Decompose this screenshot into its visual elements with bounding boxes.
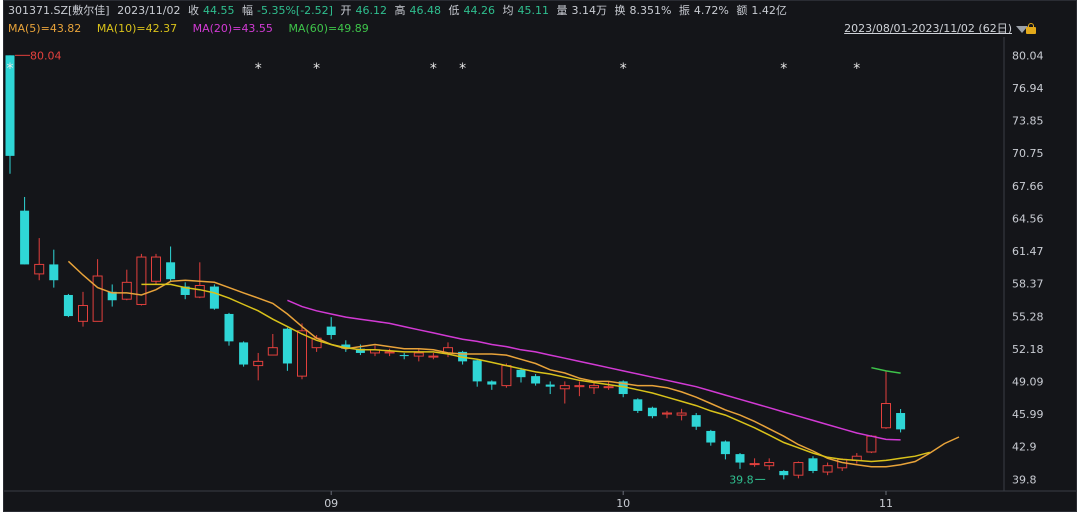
y-tick-label: 70.75 (1012, 147, 1044, 160)
candle-body (691, 415, 701, 427)
candle-body (559, 385, 570, 390)
candle-body (764, 462, 775, 467)
candle-body (706, 430, 716, 443)
candle-body (531, 376, 541, 384)
candle-body (720, 441, 730, 455)
candle-body (793, 462, 804, 476)
candle-body (808, 458, 818, 471)
candle-body (735, 454, 745, 463)
candle-body (487, 381, 497, 385)
candle-body (662, 412, 672, 415)
y-tick-label: 58.37 (1012, 278, 1044, 291)
high-annotation: 80.04 (30, 49, 62, 62)
y-tick-label: 67.66 (1012, 180, 1044, 193)
event-marker: * (459, 61, 466, 77)
low-annotation: 39.8 (729, 473, 754, 486)
candle-body (574, 385, 585, 388)
event-marker: * (313, 61, 320, 77)
candle-body (34, 263, 45, 275)
candle-body (779, 470, 789, 476)
candle-body (92, 275, 103, 322)
ma-line (141, 283, 930, 463)
y-tick-label: 55.28 (1012, 310, 1044, 323)
candle-body (166, 262, 176, 280)
candle-body (633, 399, 643, 411)
candle-body (151, 256, 161, 282)
candle-body (603, 386, 614, 389)
candle-body (472, 360, 482, 382)
x-tick-label: 10 (616, 497, 630, 510)
candle-body (20, 210, 30, 265)
candle-body (866, 435, 877, 453)
candle-body (297, 330, 307, 377)
candle-body (399, 355, 409, 357)
y-tick-label: 52.18 (1012, 343, 1044, 356)
candle-body (384, 351, 395, 354)
candle-body (647, 407, 657, 417)
y-tick-label: 80.04 (1012, 49, 1044, 62)
candle-body (78, 305, 88, 322)
chart-panel: 301371.SZ[敷尔佳] 2023/11/02 收 44.55 幅 -5.35%… (3, 0, 1077, 512)
candle-body (224, 313, 234, 342)
candle-body (253, 360, 264, 367)
candle-body (749, 463, 760, 466)
y-tick-label: 42.9 (1012, 441, 1037, 454)
candle-body (896, 413, 906, 430)
y-tick-label: 49.09 (1012, 376, 1044, 389)
candle-body (136, 256, 147, 305)
y-tick-label: 39.8 (1012, 473, 1037, 486)
candle-body (282, 328, 292, 364)
y-tick-label: 61.47 (1012, 245, 1044, 258)
candle-body (822, 465, 833, 473)
x-tick-label: 11 (879, 497, 893, 510)
y-tick-label: 76.94 (1012, 82, 1044, 95)
event-marker: * (620, 61, 627, 77)
event-marker: * (7, 61, 14, 77)
candle-body (545, 384, 555, 387)
candle-body (49, 264, 59, 281)
candle-body (881, 403, 891, 429)
x-tick-label: 09 (324, 497, 338, 510)
candle-body (194, 284, 205, 298)
candle-body (209, 286, 219, 309)
event-marker: * (853, 61, 860, 77)
candle-body (501, 365, 512, 387)
event-marker: * (255, 61, 262, 77)
candle-body (239, 342, 249, 365)
y-tick-label: 64.56 (1012, 212, 1044, 225)
ma-line (287, 299, 901, 441)
candle-body (676, 412, 687, 416)
candle-body (589, 385, 599, 389)
candle-body (413, 352, 424, 357)
event-marker: * (780, 61, 787, 77)
y-tick-label: 45.99 (1012, 408, 1044, 421)
candle-body (326, 326, 336, 336)
y-tick-label: 73.85 (1012, 115, 1044, 128)
candle-body (63, 294, 73, 317)
candle-body (267, 347, 278, 356)
event-marker: * (430, 61, 437, 77)
candlestick-chart: 80.04 76.94 73.85 70.75 67.66 64.56 61.47 58.37… (4, 37, 1076, 510)
candle-body (428, 355, 439, 358)
candle-body (516, 369, 526, 378)
candle-body (121, 281, 132, 300)
